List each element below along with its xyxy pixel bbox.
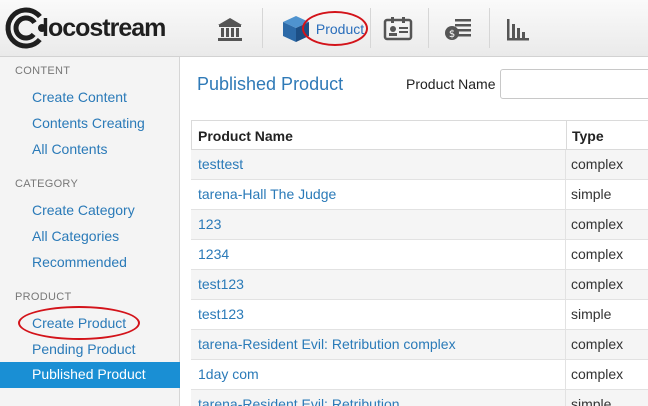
product-name-link[interactable]: 123 [198,216,221,232]
sidebar-item-recommended[interactable]: Recommended [32,254,127,270]
column-divider [565,390,566,406]
column-divider [565,150,566,180]
product-type: complex [571,366,624,382]
sidebar-item-create-category[interactable]: Create Category [32,202,135,218]
logo-text: locostream [42,14,166,42]
sidebar-item-all-categories[interactable]: All Categories [32,228,119,244]
table-row: tarena-Resident Evil: Retribution simple [191,390,648,406]
product-name-link[interactable]: 1day com [198,366,259,382]
product-name-link[interactable]: tarena-Resident Evil: Retribution [198,396,400,406]
sidebar-item-published-product[interactable]: Published Product [0,362,180,388]
filter-label: Product Name [406,76,496,92]
sidebar-item-create-content[interactable]: Create Content [32,89,127,105]
column-divider [566,121,567,151]
top-bar: locostream Product $ [0,0,648,57]
product-type: complex [571,246,624,262]
product-type: complex [571,156,624,172]
svg-text:$: $ [449,29,455,40]
table-row: test123 simple [191,300,648,330]
nav-reports[interactable] [498,6,538,52]
nav-separator [262,8,263,48]
sidebar-item-all-contents[interactable]: All Contents [32,141,107,157]
annotation-ellipse-product [302,11,368,46]
product-name-link[interactable]: tarena-Resident Evil: Retribution comple… [198,336,456,352]
table-row: testtest complex [191,150,648,180]
sidebar: CONTENT Create Content Contents Creating… [0,57,180,406]
column-divider [565,180,566,210]
product-name-filter-input[interactable] [500,69,648,99]
sidebar-heading-category: CATEGORY [15,178,79,190]
nav-separator [428,8,429,48]
sidebar-item-label: Published Product [32,366,146,382]
table-header: Product Name Type [191,120,648,151]
nav-bank[interactable] [210,6,250,52]
nav-contacts[interactable] [378,6,418,52]
billing-icon: $ [445,19,471,40]
column-divider [565,240,566,270]
table-row: tarena-Resident Evil: Retribution comple… [191,330,648,360]
table-row: 1234 complex [191,240,648,270]
bank-icon [218,18,242,41]
product-name-link[interactable]: 1234 [198,246,229,262]
table-row: tarena-Hall The Judge simple [191,180,648,210]
product-type: simple [571,396,612,406]
table-row: 1day com complex [191,360,648,390]
product-type: complex [571,216,624,232]
bar-chart-icon [507,19,529,41]
column-divider [565,210,566,240]
column-header-product-name[interactable]: Product Name [198,128,293,144]
table-row: 123 complex [191,210,648,240]
product-type: complex [571,276,624,292]
product-name-link[interactable]: testtest [198,156,243,172]
brand-logo[interactable]: locostream [4,4,184,52]
annotation-ellipse-create-product [18,306,140,340]
product-type: complex [571,336,624,352]
product-type: simple [571,306,612,322]
product-name-link[interactable]: test123 [198,276,244,292]
nav-billing[interactable]: $ [438,6,478,52]
column-header-type[interactable]: Type [572,128,604,144]
sidebar-heading-product: PRODUCT [15,291,72,303]
table-row: test123 complex [191,270,648,300]
column-divider [565,330,566,360]
nav-separator [370,8,371,48]
nav-separator [489,8,490,48]
sidebar-item-pending-product[interactable]: Pending Product [32,341,136,357]
product-name-link[interactable]: test123 [198,306,244,322]
product-name-link[interactable]: tarena-Hall The Judge [198,186,336,202]
product-type: simple [571,186,612,202]
sidebar-item-contents-creating[interactable]: Contents Creating [32,115,145,131]
column-divider [565,360,566,390]
column-divider [565,300,566,330]
page-title: Published Product [197,74,344,94]
sidebar-heading-content: CONTENT [15,65,71,77]
contact-card-icon [383,17,413,41]
column-divider [565,270,566,300]
